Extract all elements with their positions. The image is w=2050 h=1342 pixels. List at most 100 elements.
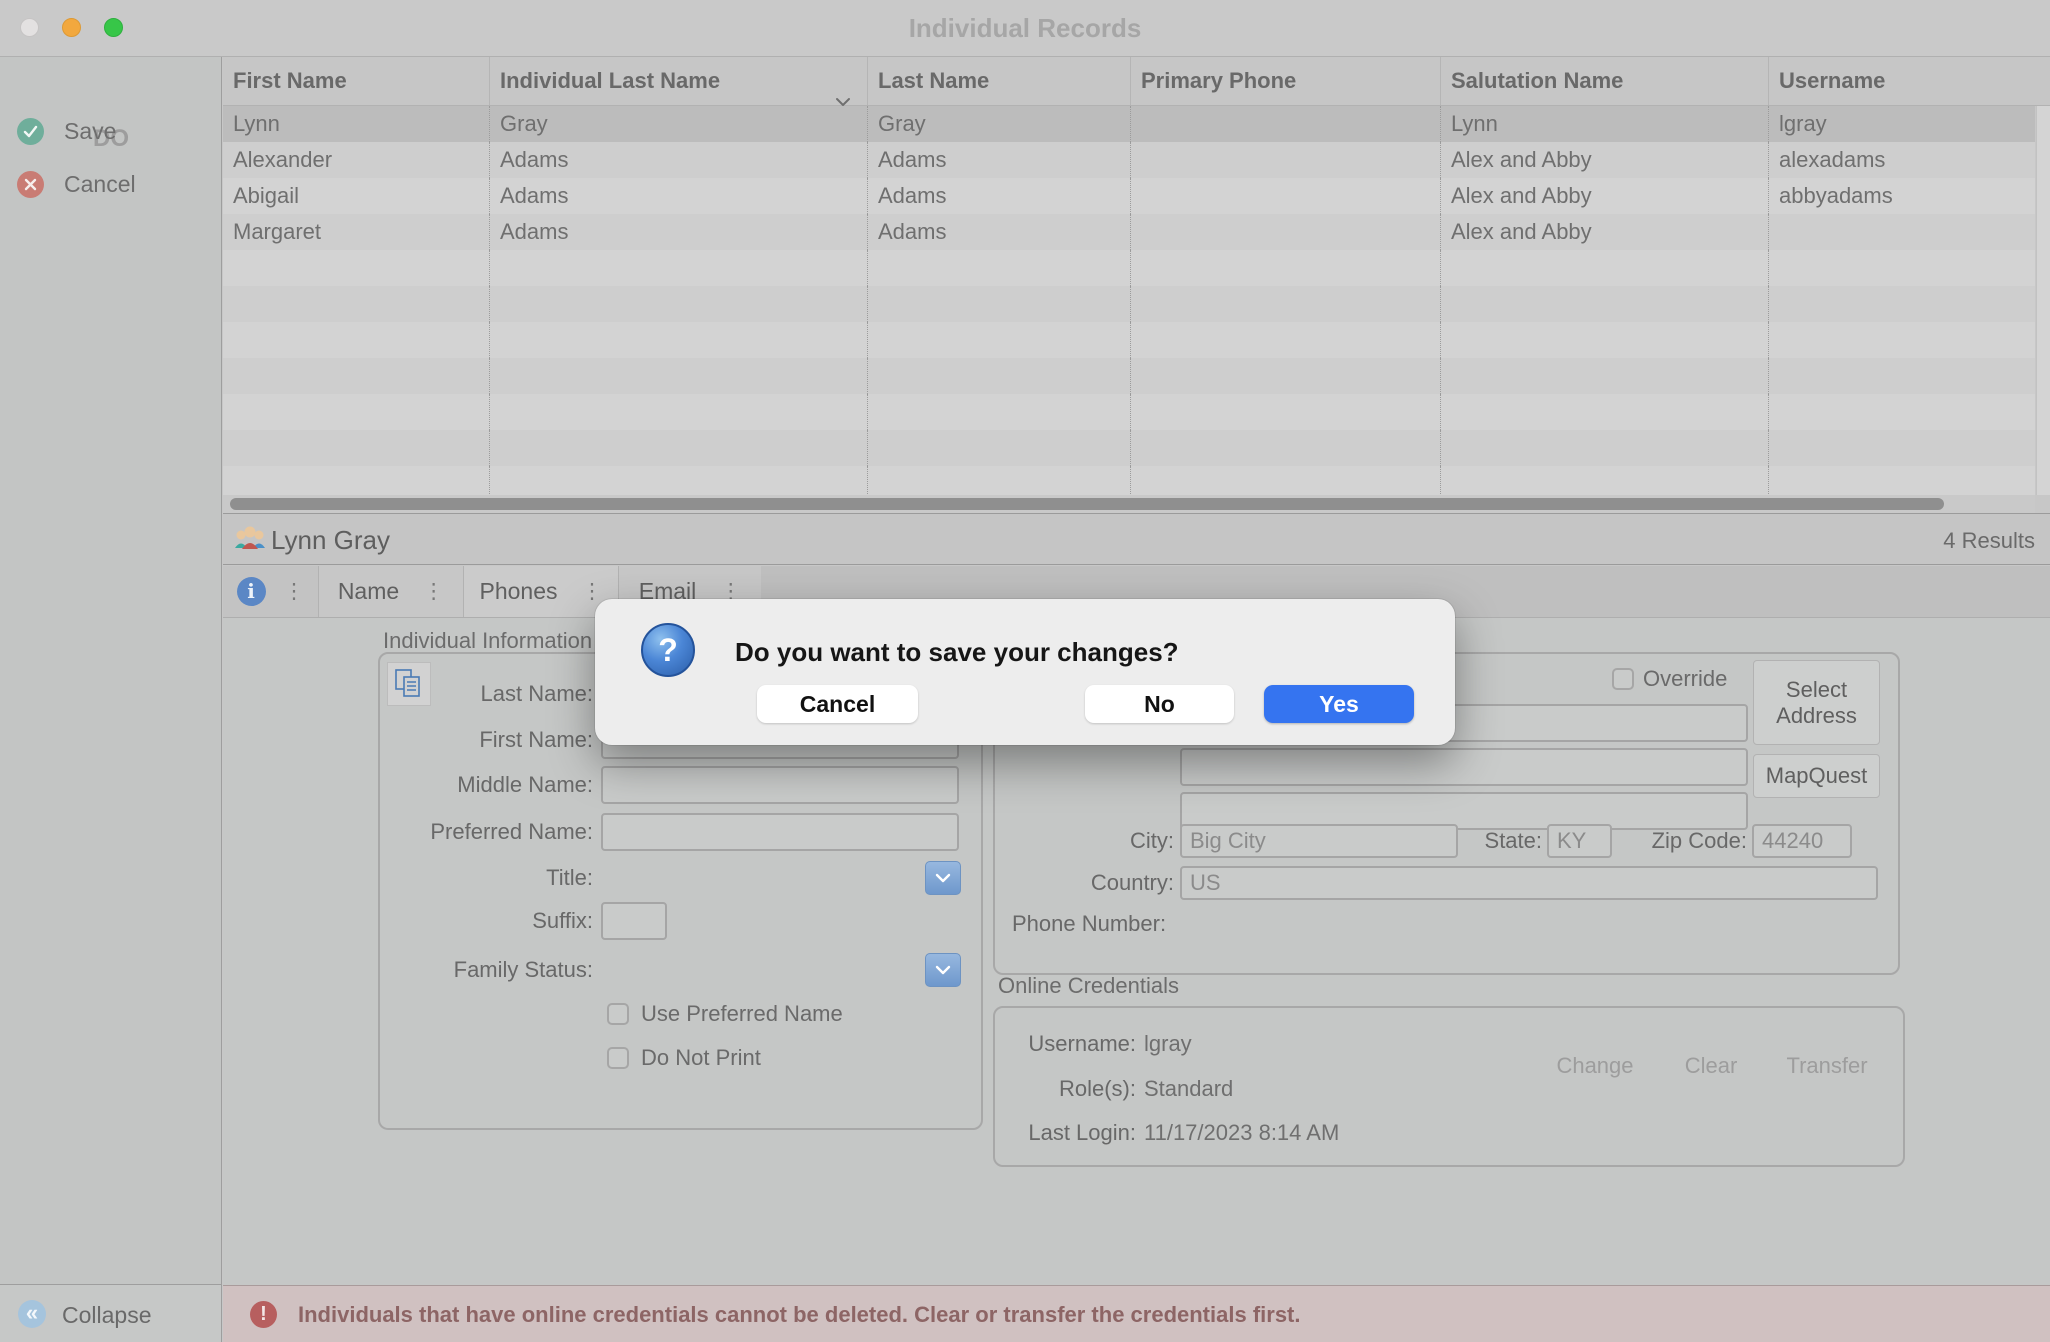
cell: Gray (489, 106, 867, 142)
cell: Adams (489, 142, 867, 178)
collapse-label[interactable]: Collapse (62, 1302, 152, 1329)
status-message: Individuals that have online credentials… (298, 1302, 1301, 1328)
username-value: lgray (1144, 1031, 1192, 1057)
table-row[interactable]: Alexander Adams Adams Alex and Abby alex… (223, 142, 2035, 178)
info-icon[interactable]: i (237, 577, 266, 606)
address-line-2-input[interactable] (1180, 748, 1748, 786)
table-row-selected[interactable]: Lynn Gray Gray Lynn lgray (223, 106, 2035, 142)
table-empty-row (223, 250, 2035, 286)
mapquest-button[interactable]: MapQuest (1753, 754, 1880, 798)
checkbox-label: Do Not Print (641, 1047, 761, 1069)
cell (1130, 142, 1440, 178)
last-login-label: Last Login: (976, 1120, 1136, 1146)
cell: Margaret (223, 214, 489, 250)
field-label: Last Name: (223, 675, 593, 713)
vertical-scrollbar[interactable] (2036, 106, 2050, 495)
cell: Lynn (223, 106, 489, 142)
dialog-cancel-button[interactable]: Cancel (757, 685, 918, 723)
column-header-last-name[interactable]: Last Name (867, 57, 1130, 105)
city-input[interactable]: Big City (1180, 824, 1458, 858)
dialog-title: Do you want to save your changes? (735, 637, 1179, 668)
tab-label: Phones (479, 578, 557, 605)
collapse-bar: « Collapse (0, 1284, 222, 1342)
zip-code-input[interactable]: 44240 (1752, 824, 1852, 858)
collapse-chevrons-icon[interactable]: « (18, 1300, 46, 1328)
phone-number-label: Phone Number: (1012, 912, 1212, 936)
column-header-first-name[interactable]: First Name (223, 57, 489, 105)
menu-dots-icon[interactable]: ⋮ (423, 581, 444, 602)
field-label: Middle Name: (223, 766, 593, 804)
preferred-name-input[interactable] (601, 813, 959, 851)
tab-label: Name (338, 578, 399, 605)
override-checkbox[interactable] (1612, 668, 1634, 690)
field-label: Suffix: (223, 902, 593, 940)
people-group-icon (233, 524, 267, 559)
sidebar-item-label: Cancel (64, 171, 136, 198)
table-empty-row (223, 394, 2035, 430)
use-preferred-name-checkbox[interactable] (607, 1003, 629, 1025)
select-address-button[interactable]: Select Address (1753, 660, 1880, 745)
menu-dots-icon[interactable]: ⋮ (284, 581, 305, 602)
horizontal-scrollbar-thumb[interactable] (230, 498, 1944, 510)
cell (1130, 214, 1440, 250)
dialog-no-button[interactable]: No (1085, 685, 1234, 723)
error-icon: ! (250, 1301, 277, 1328)
check-circle-icon (17, 118, 44, 145)
cell: Adams (489, 214, 867, 250)
column-header-label: Individual Last Name (500, 68, 720, 93)
title-dropdown-button[interactable] (925, 861, 961, 895)
window-title: Individual Records (0, 13, 2050, 44)
column-header-salutation-name[interactable]: Salutation Name (1440, 57, 1768, 105)
table-row[interactable]: Abigail Adams Adams Alex and Abby abbyad… (223, 178, 2035, 214)
do-not-print-checkbox[interactable] (607, 1047, 629, 1069)
transfer-button[interactable]: Transfer (1763, 1053, 1891, 1079)
status-bar: ! Individuals that have online credentia… (223, 1285, 2050, 1342)
cell (1130, 178, 1440, 214)
change-button[interactable]: Change (1533, 1053, 1657, 1079)
sidebar-item-save[interactable]: Save (0, 115, 222, 155)
results-count: 4 Results (1943, 528, 2035, 554)
zip-code-label: Zip Code: (1625, 824, 1747, 858)
cell: Adams (489, 178, 867, 214)
suffix-input[interactable] (601, 902, 667, 940)
sidebar: DO Save Cancel (0, 57, 222, 1284)
column-header-primary-phone[interactable]: Primary Phone (1130, 57, 1440, 105)
city-label: City: (1044, 824, 1174, 858)
cell (1768, 214, 2035, 250)
override-label: Override (1643, 668, 1727, 690)
field-label: Family Status: (223, 951, 593, 989)
cell (1130, 106, 1440, 142)
app-window: Individual Records DO Save Cancel « Coll… (0, 0, 2050, 1342)
sidebar-item-cancel[interactable]: Cancel (0, 168, 222, 208)
tab-name[interactable]: Name ⋮ (318, 566, 463, 617)
table-empty-row (223, 466, 2035, 495)
cell: Abigail (223, 178, 489, 214)
table-empty-row (223, 286, 2035, 322)
menu-dots-icon[interactable]: ⋮ (582, 581, 603, 602)
middle-name-input[interactable] (601, 766, 959, 804)
dialog-yes-button[interactable]: Yes (1264, 685, 1414, 723)
table-row[interactable]: Margaret Adams Adams Alex and Abby (223, 214, 2035, 250)
column-header-individual-last-name[interactable]: Individual Last Name (489, 57, 867, 105)
table-empty-row (223, 358, 2035, 394)
clear-button[interactable]: Clear (1663, 1053, 1759, 1079)
country-input[interactable]: US (1180, 866, 1878, 900)
table-empty-row (223, 322, 2035, 358)
family-status-dropdown-button[interactable] (925, 953, 961, 987)
username-label: Username: (976, 1031, 1136, 1057)
cell: lgray (1768, 106, 2035, 142)
cell: Lynn (1440, 106, 1768, 142)
tab-phones[interactable]: Phones ⋮ (463, 566, 618, 617)
cell: Alex and Abby (1440, 214, 1768, 250)
state-input[interactable]: KY (1547, 824, 1612, 858)
question-icon: ? (641, 623, 695, 677)
field-label: First Name: (223, 721, 593, 759)
table-header: First Name Individual Last Name Last Nam… (223, 57, 2050, 106)
last-login-value: 11/17/2023 8:14 AM (1144, 1120, 1339, 1146)
cell: abbyadams (1768, 178, 2035, 214)
column-header-username[interactable]: Username (1768, 57, 2035, 105)
cell: Adams (867, 142, 1130, 178)
save-changes-dialog: ? Do you want to save your changes? Canc… (595, 599, 1455, 745)
record-name: Lynn Gray (271, 525, 390, 556)
cell: Alex and Abby (1440, 142, 1768, 178)
